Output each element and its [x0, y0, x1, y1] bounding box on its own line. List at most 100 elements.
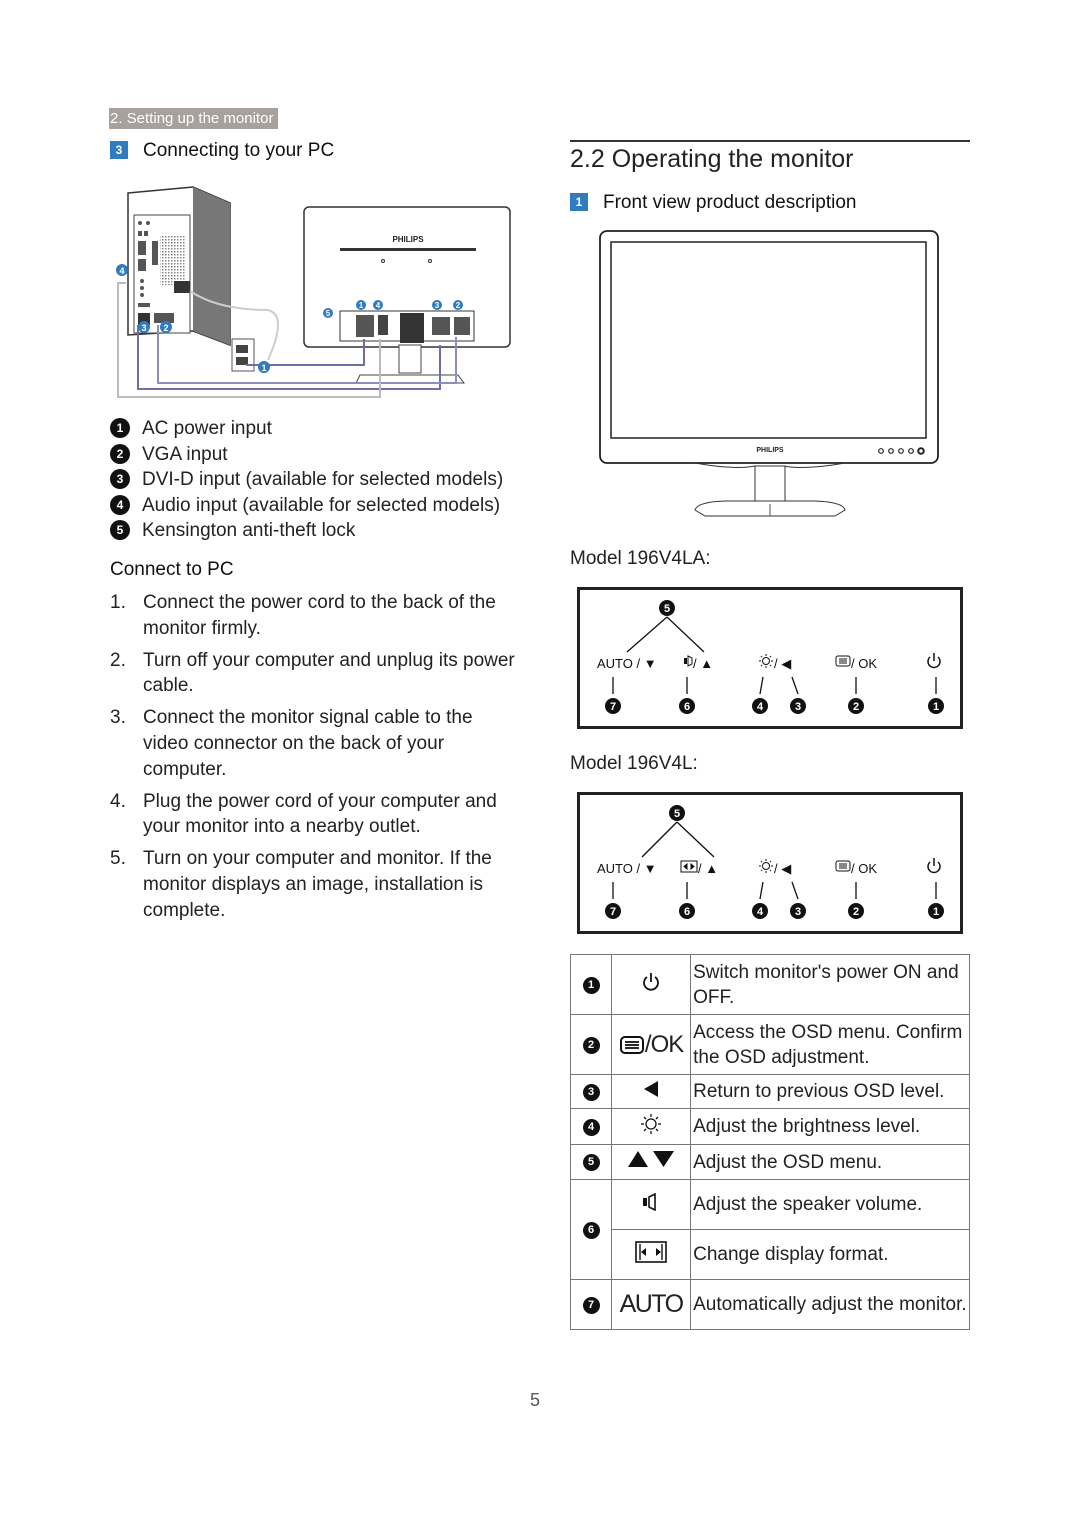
svg-text:4: 4 — [757, 701, 764, 713]
brightness-icon — [759, 859, 773, 873]
connect-to-pc-heading: Connect to PC — [110, 559, 234, 580]
number-badge: 6 — [582, 1221, 600, 1239]
legend-item: 4 Audio input (available for selected mod… — [110, 493, 503, 519]
step-item: 3. Connect the monitor signal cable to th… — [110, 707, 473, 780]
table-row: 4 Adjust the brightness level. — [569, 1108, 970, 1145]
wall-outlet-illustration — [231, 338, 255, 372]
svg-text:1: 1 — [261, 363, 266, 373]
model-label: Model 196V4LA: — [570, 548, 711, 569]
svg-text:5: 5 — [674, 808, 680, 820]
table-row: 6 Adjust the speaker volume. — [569, 1179, 970, 1280]
number-badge: 2 — [582, 1036, 600, 1054]
model-label: Model 196V4L: — [570, 753, 698, 774]
number-badge: 4 — [110, 494, 130, 515]
up-down-arrows-icon — [628, 1151, 675, 1167]
svg-text:2: 2 — [163, 323, 168, 333]
svg-text:5: 5 — [664, 603, 670, 615]
number-badge: 7 — [582, 1296, 600, 1314]
step-item: 4. Plug the power cord of your computer a… — [110, 790, 497, 838]
front-view-heading: 1 Front view product description — [570, 192, 856, 214]
svg-text:/ ◀: / ◀ — [774, 656, 791, 671]
auto-icon: AUTO — [611, 1279, 692, 1330]
legend-item: 5 Kensington anti-theft lock — [110, 518, 503, 544]
svg-text:/ OK: / OK — [851, 861, 877, 876]
port-legend: 1 AC power input 2 VGA input 3 DVI-D input … — [110, 416, 503, 544]
svg-text:1: 1 — [933, 701, 939, 713]
page-number: 5 — [530, 1390, 541, 1410]
brightness-icon — [641, 1113, 662, 1134]
legend-item: 2 VGA input — [110, 442, 503, 468]
connection-steps: 1. Connect the power cord to the back of … — [110, 590, 530, 930]
svg-text:2: 2 — [853, 701, 859, 713]
monitor-front-brand: PHILIPS — [756, 447, 784, 454]
svg-text:3: 3 — [435, 301, 440, 310]
display-format-icon — [680, 860, 698, 873]
menu-icon — [835, 655, 851, 667]
control-panel-196v4l: 5 AUTO / ▼ / ▲ / ◀ / OK 7 6 4 3 2 1 — [577, 792, 963, 934]
power-icon — [643, 972, 659, 991]
svg-text:2: 2 — [456, 301, 461, 310]
legend-item: 3 DVI-D input (available for selected mod… — [110, 467, 503, 493]
auto-down-label: AUTO / ▼ — [597, 861, 657, 876]
svg-text:1: 1 — [359, 301, 364, 310]
connection-diagram: PHILIPS 4 3 2 1 5 1 4 3 2 — [116, 186, 511, 398]
svg-text:3: 3 — [795, 701, 801, 713]
power-icon — [927, 653, 941, 669]
monitor-front-illustration: PHILIPS — [599, 230, 939, 517]
number-badge: 5 — [110, 520, 130, 541]
brightness-icon — [759, 654, 773, 668]
number-badge: 2 — [110, 443, 130, 464]
auto-down-label: AUTO / ▼ — [597, 656, 657, 671]
speaker-icon — [684, 655, 693, 667]
number-badge: 1 — [110, 418, 130, 438]
menu-icon — [835, 860, 851, 872]
speaker-icon — [643, 1192, 656, 1211]
breadcrumb: 2. Setting up the monitor — [109, 108, 279, 129]
svg-text:4: 4 — [376, 301, 381, 310]
section-badge: 1 — [570, 193, 588, 211]
table-row: 7 AUTO Automatically adjust the monitor. — [569, 1279, 970, 1330]
svg-text:5: 5 — [326, 309, 331, 318]
control-panel-196v4la: 5 AUTO / ▼ / ▲ / ◀ / OK 7 6 4 3 2 1 — [577, 587, 963, 729]
svg-text:/ ▲: / ▲ — [693, 656, 713, 671]
svg-text:/ OK: / OK — [851, 656, 877, 671]
table-row: 3 Return to previous OSD level. — [569, 1074, 970, 1109]
number-badge: 4 — [582, 1118, 600, 1136]
svg-text:/ ▲: / ▲ — [698, 861, 718, 876]
left-arrow-icon — [644, 1080, 659, 1097]
menu-icon — [619, 1035, 644, 1054]
number-badge: 5 — [582, 1154, 600, 1171]
step-item: 2. Turn off your computer and unplug its … — [110, 649, 515, 697]
front-view-title: Front view product description — [603, 192, 857, 213]
table-row: 5 Adjust the OSD menu. — [569, 1144, 970, 1180]
step-item: 1. Connect the power cord to the back of … — [110, 592, 496, 639]
bottom-callouts: 7 6 4 3 2 1 — [605, 698, 944, 714]
table-row: 2 /OK Access the OSD menu. Confirm the O… — [569, 1014, 970, 1075]
svg-text:4: 4 — [757, 906, 764, 918]
legend-item: 1 AC power input — [110, 416, 503, 442]
svg-text:/ ◀: / ◀ — [774, 861, 791, 876]
number-badge: 3 — [110, 469, 130, 490]
number-badge: 1 — [582, 976, 600, 994]
monitor-rear-illustration: PHILIPS — [303, 206, 511, 384]
table-row: Change display format. — [571, 1229, 970, 1280]
svg-text:3: 3 — [795, 906, 801, 918]
svg-text:4: 4 — [119, 266, 124, 276]
connecting-title: Connecting to your PC — [143, 140, 335, 161]
monitor-rear-brand: PHILIPS — [392, 235, 424, 244]
section-badge: 3 — [110, 141, 128, 159]
button-function-table: 1 Switch monitor's power ON and OFF. 2 /… — [569, 954, 970, 1330]
section-title: 2.2 Operating the monitor — [570, 140, 970, 174]
bottom-callouts: 7 6 4 3 2 1 — [605, 903, 944, 919]
svg-text:6: 6 — [684, 701, 690, 713]
power-icon — [927, 858, 941, 874]
svg-text:7: 7 — [610, 701, 616, 713]
svg-text:7: 7 — [610, 906, 616, 918]
svg-text:3: 3 — [141, 323, 146, 333]
connecting-heading: 3 Connecting to your PC — [110, 140, 334, 162]
table-row: 1 Switch monitor's power ON and OFF. — [569, 954, 970, 1015]
step-item: 5. Turn on your computer and monitor. If … — [110, 848, 492, 921]
svg-text:6: 6 — [684, 906, 690, 918]
svg-text:1: 1 — [933, 906, 939, 918]
number-badge: 3 — [582, 1083, 600, 1101]
